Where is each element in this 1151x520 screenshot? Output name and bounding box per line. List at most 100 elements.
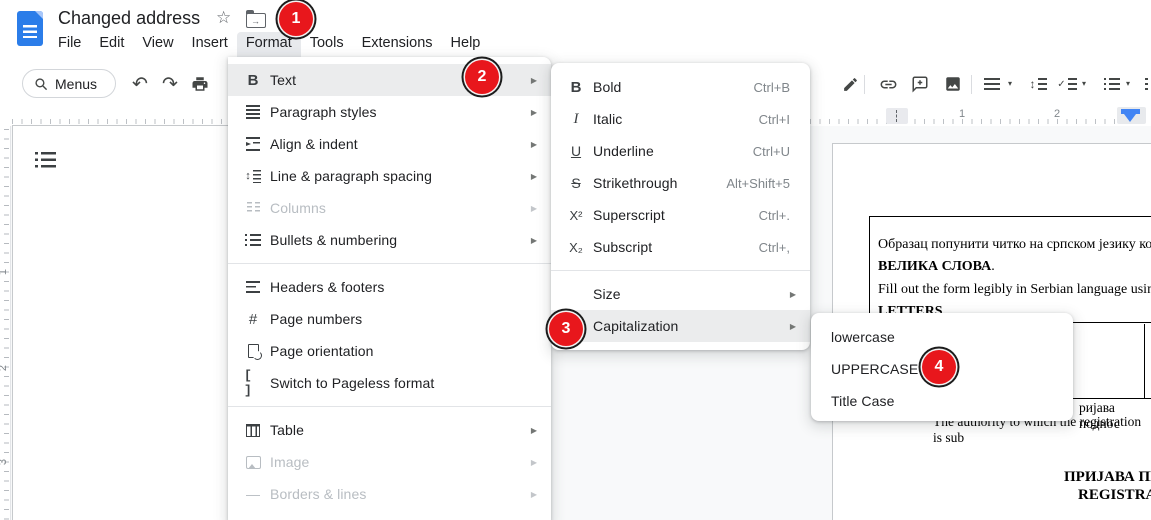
ruler-number: 1	[959, 108, 965, 120]
page-numbers-icon: #	[244, 310, 262, 328]
format-menu-item-text[interactable]: B Text ▶	[228, 64, 551, 96]
submenu-arrow-icon: ▶	[531, 140, 537, 149]
shortcut-label: Alt+Shift+5	[726, 176, 796, 191]
menus-label: Menus	[55, 76, 97, 92]
move-to-folder-icon[interactable]: →	[246, 13, 266, 28]
underline-icon: U	[567, 142, 585, 160]
add-comment-button[interactable]	[908, 72, 932, 96]
ruler-number: 2	[0, 365, 9, 371]
text-submenu-item-bold[interactable]: B Bold Ctrl+B	[551, 71, 810, 103]
submenu-arrow-icon: ▶	[790, 322, 796, 331]
format-menu-item-table[interactable]: Table ▶	[228, 414, 551, 446]
menu-file[interactable]: File	[49, 32, 90, 57]
menu-tools[interactable]: Tools	[301, 32, 353, 57]
pageless-icon: [ ]	[244, 374, 262, 392]
format-menu-item-paragraph-styles[interactable]: Paragraph styles ▶	[228, 96, 551, 128]
submenu-arrow-icon: ▶	[531, 426, 537, 435]
undo-button[interactable]: ↶	[128, 72, 152, 96]
format-menu: B Text ▶ Paragraph styles ▶ Align & inde…	[228, 57, 551, 520]
submenu-arrow-icon: ▶	[531, 108, 537, 117]
paragraph-styles-icon	[244, 103, 262, 121]
table-icon	[244, 421, 262, 439]
format-menu-item-pageless[interactable]: [ ] Switch to Pageless format	[228, 367, 551, 399]
line-spacing-button[interactable]: ↕	[1026, 77, 1050, 91]
text-submenu-item-strikethrough[interactable]: S Strikethrough Alt+Shift+5	[551, 167, 810, 199]
bulleted-list-caret-icon[interactable]: ▾	[1126, 79, 1130, 88]
format-menu-item-bullets-numbering[interactable]: Bullets & numbering ▶	[228, 224, 551, 256]
insert-image-button[interactable]	[941, 72, 965, 96]
left-indent-marker[interactable]	[1124, 114, 1136, 122]
annotation-step-1: 1	[279, 2, 313, 36]
google-docs-logo[interactable]	[17, 11, 43, 46]
columns-icon	[244, 199, 262, 217]
headers-footers-icon	[244, 278, 262, 296]
submenu-arrow-icon: ▶	[531, 490, 537, 499]
align-caret-icon[interactable]: ▾	[1008, 79, 1012, 88]
format-menu-item-headers-footers[interactable]: Headers & footers	[228, 271, 551, 303]
text-submenu-item-superscript[interactable]: X² Superscript Ctrl+.	[551, 199, 810, 231]
google-docs-window: Changed address ☆ → File Edit View Inser…	[0, 0, 1151, 520]
menu-help[interactable]: Help	[442, 32, 490, 57]
format-menu-item-page-numbers[interactable]: # Page numbers	[228, 303, 551, 335]
search-icon	[34, 77, 48, 91]
link-icon	[879, 75, 898, 94]
menu-extensions[interactable]: Extensions	[353, 32, 442, 57]
text-submenu-item-italic[interactable]: I Italic Ctrl+I	[551, 103, 810, 135]
image-icon	[244, 453, 262, 471]
borders-lines-icon: —	[244, 485, 262, 503]
menu-divider	[228, 406, 551, 407]
document-title[interactable]: Changed address	[58, 8, 200, 29]
ruler-number: 1	[0, 269, 9, 275]
ruler-number: 3	[0, 459, 9, 465]
ruler-number: 2	[1054, 108, 1060, 120]
page-orientation-icon	[244, 342, 262, 360]
format-menu-item-line-spacing[interactable]: ↕ Line & paragraph spacing ▶	[228, 160, 551, 192]
align-indent-icon	[244, 135, 262, 153]
submenu-arrow-icon: ▶	[531, 204, 537, 213]
shortcut-label: Ctrl+.	[759, 208, 796, 223]
align-icon[interactable]	[984, 78, 1000, 91]
print-button[interactable]	[188, 72, 212, 96]
text-submenu-item-capitalization[interactable]: Capitalization ▶	[551, 310, 810, 342]
shortcut-label: Ctrl+,	[759, 240, 796, 255]
highlight-color-button[interactable]	[838, 72, 862, 96]
numbered-list-button[interactable]	[1141, 77, 1151, 91]
checklist-button[interactable]: ✓	[1055, 77, 1079, 91]
show-outline-icon[interactable]	[34, 149, 56, 171]
star-icon[interactable]: ☆	[216, 8, 231, 28]
menu-format[interactable]: Format	[237, 32, 301, 57]
ruler-cursor-marker	[886, 108, 908, 124]
bulleted-list-button[interactable]	[1100, 77, 1124, 91]
text-submenu-item-subscript[interactable]: X₂ Subscript Ctrl+,	[551, 231, 810, 263]
text-submenu-item-size[interactable]: Size ▶	[551, 278, 810, 310]
capitalization-item-title-case[interactable]: Title Case	[811, 385, 1073, 417]
menu-view[interactable]: View	[133, 32, 182, 57]
text-submenu: B Bold Ctrl+B I Italic Ctrl+I U Underlin…	[551, 63, 810, 350]
format-menu-item-page-orientation[interactable]: Page orientation	[228, 335, 551, 367]
search-menus-button[interactable]: Menus	[22, 69, 116, 98]
toolbar-separator	[971, 75, 972, 94]
highlighter-icon	[842, 76, 859, 93]
annotation-step-3: 3	[549, 312, 583, 346]
image-icon	[944, 75, 962, 93]
menu-edit[interactable]: Edit	[90, 32, 133, 57]
insert-link-button[interactable]	[876, 72, 900, 96]
menu-divider	[228, 263, 551, 264]
format-menu-item-align-indent[interactable]: Align & indent ▶	[228, 128, 551, 160]
capitalization-item-lowercase[interactable]: lowercase	[811, 321, 1073, 353]
format-menu-item-borders-lines: — Borders & lines ▶	[228, 478, 551, 510]
redo-button[interactable]: ↷	[158, 72, 182, 96]
annotation-step-4: 4	[922, 350, 956, 384]
menu-insert[interactable]: Insert	[183, 32, 237, 57]
submenu-arrow-icon: ▶	[531, 76, 537, 85]
form-instructions-text: Образац попунити читко на српском језику…	[878, 234, 1151, 324]
submenu-arrow-icon: ▶	[790, 290, 796, 299]
toolbar-separator	[864, 75, 865, 94]
checklist-caret-icon[interactable]: ▾	[1082, 79, 1086, 88]
checklist-check-glyph: ✓	[1057, 79, 1065, 90]
submenu-arrow-icon: ▶	[531, 236, 537, 245]
text-submenu-item-underline[interactable]: U Underline Ctrl+U	[551, 135, 810, 167]
doc-heading-english: REGISTRAT	[1078, 487, 1151, 504]
italic-icon: I	[567, 110, 585, 128]
table-border-line	[1144, 324, 1145, 398]
